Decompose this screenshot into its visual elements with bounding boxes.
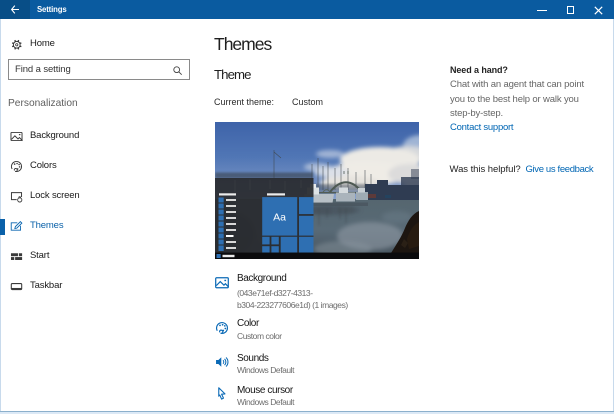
- svg-text:Aa: Aa: [273, 212, 286, 224]
